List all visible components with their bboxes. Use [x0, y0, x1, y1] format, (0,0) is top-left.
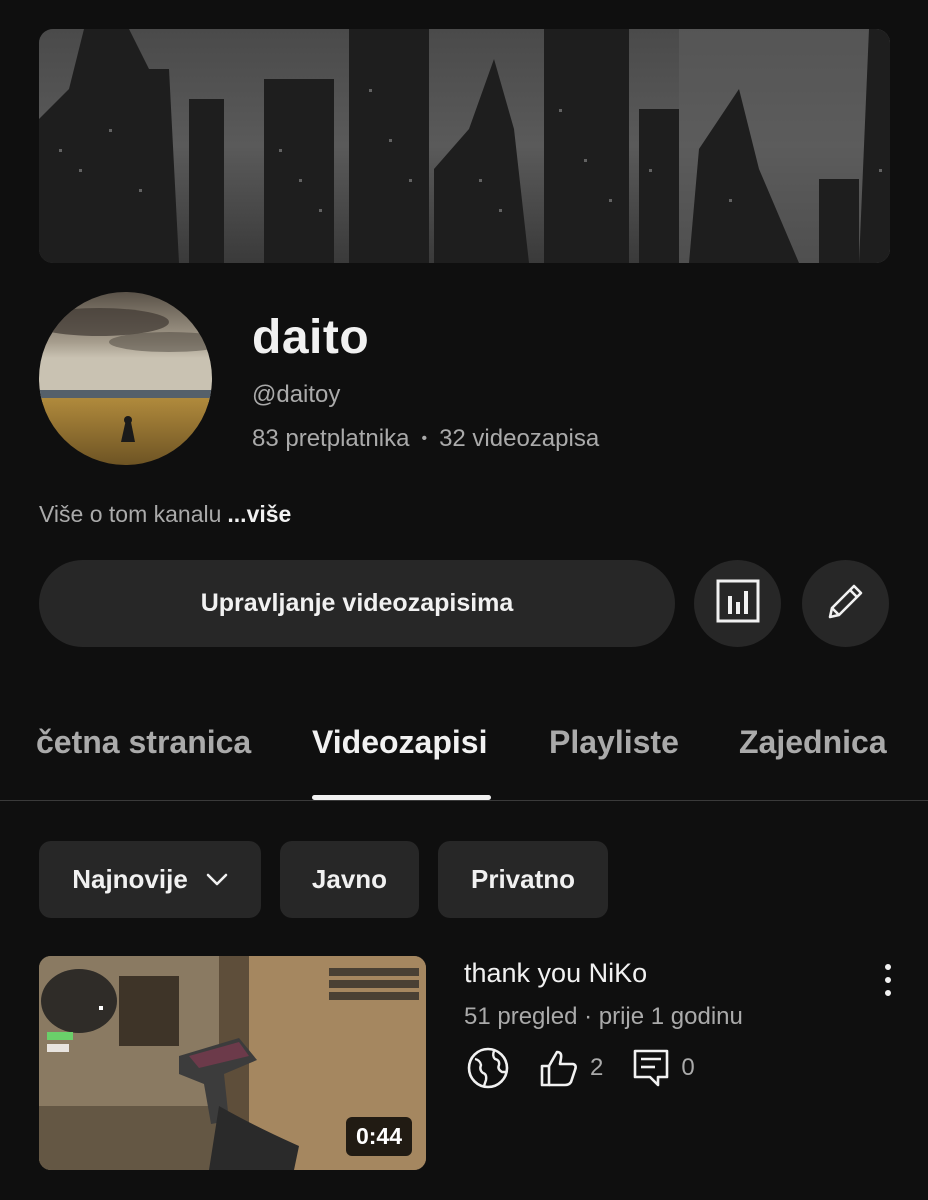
- like-count: 2: [590, 1054, 604, 1081]
- filter-public-chip[interactable]: Javno: [280, 841, 419, 918]
- video-duration: 0:44: [345, 1117, 412, 1156]
- like-icon[interactable]: [538, 1047, 580, 1089]
- channel-handle: @daitoy: [252, 381, 341, 408]
- channel-about[interactable]: Više o tom kanalu ...više: [39, 501, 291, 528]
- sort-label: Najnovije: [72, 864, 188, 894]
- video-more-options-button[interactable]: [872, 960, 904, 1000]
- channel-name: daito: [252, 311, 370, 364]
- comment-count: 0: [681, 1054, 695, 1081]
- channel-banner: [39, 29, 890, 263]
- globe-icon[interactable]: [466, 1046, 510, 1090]
- edit-channel-button[interactable]: [802, 560, 889, 647]
- kebab-dot: [885, 977, 891, 983]
- tab-community[interactable]: Zajednica: [739, 724, 887, 761]
- about-more-link[interactable]: ...više: [227, 501, 291, 527]
- kebab-dot: [885, 964, 891, 970]
- video-meta: 51 pregled · prije 1 godinu: [464, 1003, 743, 1030]
- channel-stats: 83 pretplatnika • 32 videozapisa: [252, 425, 599, 453]
- video-actions: 2 0: [466, 1044, 723, 1092]
- subscriber-count: 83 pretplatnika: [252, 425, 410, 452]
- sort-dropdown[interactable]: Najnovije: [39, 841, 261, 918]
- video-title[interactable]: thank you NiKo: [464, 958, 647, 989]
- stats-separator: •: [421, 430, 428, 447]
- tab-videos[interactable]: Videozapisi: [312, 724, 487, 761]
- about-text: Više o tom kanalu: [39, 501, 222, 527]
- tab-home[interactable]: četna stranica: [36, 724, 251, 761]
- analytics-icon: [715, 578, 761, 629]
- chevron-down-icon: [206, 873, 228, 887]
- video-count: 32 videozapisa: [439, 425, 600, 452]
- channel-avatar[interactable]: [39, 292, 212, 465]
- kebab-dot: [885, 990, 891, 996]
- filter-private-chip[interactable]: Privatno: [438, 841, 608, 918]
- pencil-icon: [823, 578, 869, 629]
- manage-videos-button[interactable]: Upravljanje videozapisima: [39, 560, 675, 647]
- channel-tabs: četna stranica Videozapisi Playliste Zaj…: [0, 690, 928, 801]
- video-thumbnail[interactable]: 0:44: [39, 956, 426, 1170]
- analytics-button[interactable]: [694, 560, 781, 647]
- comment-icon[interactable]: [631, 1047, 671, 1089]
- tab-playlists[interactable]: Playliste: [549, 724, 679, 761]
- active-tab-indicator: [312, 795, 491, 800]
